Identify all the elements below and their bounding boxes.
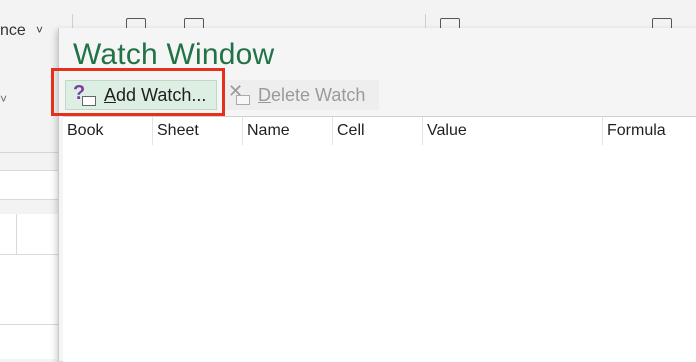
column-header-formula[interactable]: Formula [603,117,696,145]
watch-window-title: Watch Window [73,38,275,71]
column-header-sheet[interactable]: Sheet [153,117,243,145]
delete-watch-icon: ✕ [226,81,250,107]
delete-watch-label: Delete Watch [258,84,366,105]
chevron-down-icon[interactable]: ˅ [36,23,43,37]
ribbon-partial-label[interactable]: nce [0,22,26,40]
grid-line [0,254,60,255]
chevron-down-icon[interactable]: ˅ [0,92,7,106]
column-header-name[interactable]: Name [243,117,333,145]
highlight-box [51,68,225,116]
grid-line [16,214,17,254]
watch-list-header: Book Sheet Name Cell Value Formula [63,117,696,145]
delete-watch-button[interactable]: ✕ Delete Watch [223,80,379,110]
watch-list[interactable]: Book Sheet Name Cell Value Formula [63,116,696,362]
column-header-cell[interactable]: Cell [333,117,423,145]
worksheet-grid[interactable] [0,214,60,359]
column-header-value[interactable]: Value [423,117,603,145]
column-header-book[interactable]: Book [63,117,153,145]
grid-line [0,324,60,325]
